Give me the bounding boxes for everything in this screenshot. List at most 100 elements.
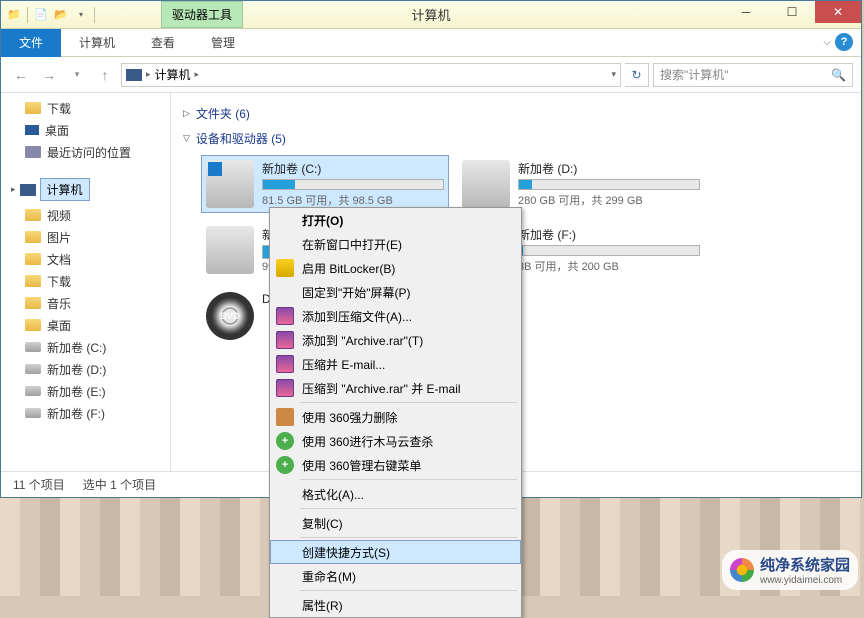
winrar-icon bbox=[276, 379, 294, 397]
watermark-url: www.yidaimei.com bbox=[760, 575, 850, 586]
folders-section[interactable]: ▷文件夹 (6) bbox=[183, 101, 849, 126]
address-box[interactable]: ▸ 计算机 ▸ ▾ bbox=[121, 63, 621, 87]
properties-icon[interactable]: 📄 bbox=[32, 6, 50, 24]
folder-icon bbox=[25, 231, 41, 243]
usage-bar bbox=[518, 179, 700, 190]
drive-tools-tab[interactable]: 驱动器工具 bbox=[161, 1, 243, 28]
search-placeholder: 搜索"计算机" bbox=[660, 66, 729, 83]
sidebar-desktop[interactable]: 桌面 bbox=[1, 314, 170, 336]
menu-open-new-window[interactable]: 在新窗口中打开(E) bbox=[270, 232, 521, 256]
system-menu-icon[interactable]: 📁 bbox=[5, 6, 23, 24]
sidebar-drive-f[interactable]: 新加卷 (F:) bbox=[1, 402, 170, 424]
expand-icon[interactable]: ▸ bbox=[11, 184, 16, 195]
drive-icon bbox=[25, 408, 41, 418]
drive-label: 新加卷 (D:) bbox=[518, 160, 700, 177]
folder-icon bbox=[25, 209, 41, 221]
computer-icon bbox=[20, 184, 36, 196]
folder-icon bbox=[25, 102, 41, 114]
menu-360-force-delete[interactable]: 使用 360强力删除 bbox=[270, 405, 521, 429]
watermark: 纯净系统家园 www.yidaimei.com bbox=[722, 550, 858, 590]
drive-icon bbox=[462, 160, 510, 208]
usage-bar bbox=[262, 179, 444, 190]
folder-icon bbox=[25, 297, 41, 309]
sidebar-pictures[interactable]: 图片 bbox=[1, 226, 170, 248]
360-icon: + bbox=[276, 432, 294, 450]
ribbon: 文件 计算机 查看 管理 ⌵ ? bbox=[1, 29, 861, 57]
collapse-icon[interactable]: ▽ bbox=[183, 133, 190, 144]
sidebar-documents[interactable]: 文档 bbox=[1, 248, 170, 270]
refresh-button[interactable]: ↻ bbox=[625, 63, 649, 87]
item-count: 11 个项目 bbox=[13, 476, 65, 493]
menu-compress-email[interactable]: 压缩并 E-mail... bbox=[270, 352, 521, 376]
sidebar-downloads[interactable]: 下载 bbox=[1, 97, 170, 119]
winrar-icon bbox=[276, 331, 294, 349]
tab-view[interactable]: 查看 bbox=[133, 28, 193, 57]
menu-properties[interactable]: 属性(R) bbox=[270, 593, 521, 617]
menu-360-manage-context[interactable]: +使用 360管理右键菜单 bbox=[270, 453, 521, 477]
menu-separator bbox=[300, 508, 517, 509]
winrar-icon bbox=[276, 355, 294, 373]
selection-count: 选中 1 个项目 bbox=[83, 476, 156, 493]
help-icon[interactable]: ? bbox=[835, 33, 853, 51]
up-button[interactable]: ↑ bbox=[93, 63, 117, 87]
menu-compress-rar-email[interactable]: 压缩到 "Archive.rar" 并 E-mail bbox=[270, 376, 521, 400]
chevron-right-icon[interactable]: ▸ bbox=[195, 69, 200, 80]
tab-computer[interactable]: 计算机 bbox=[61, 28, 133, 57]
tab-manage[interactable]: 管理 bbox=[193, 28, 253, 57]
sidebar-desktop[interactable]: 桌面 bbox=[1, 119, 170, 141]
menu-separator bbox=[300, 402, 517, 403]
sidebar-drive-c[interactable]: 新加卷 (C:) bbox=[1, 336, 170, 358]
quick-access-toolbar: 📁 📄 📂 ▾ bbox=[1, 6, 101, 24]
menu-add-archive-rar[interactable]: 添加到 "Archive.rar"(T) bbox=[270, 328, 521, 352]
collapse-icon[interactable]: ▷ bbox=[183, 108, 190, 119]
menu-open[interactable]: 打开(O) bbox=[270, 208, 521, 232]
drive-icon bbox=[25, 342, 41, 352]
drive-c[interactable]: 新加卷 (C:) 81.5 GB 可用，共 98.5 GB bbox=[201, 155, 449, 213]
drive-icon bbox=[25, 386, 41, 396]
dvd-icon: DVD bbox=[206, 292, 254, 340]
drive-icon bbox=[206, 226, 254, 274]
watermark-logo-icon bbox=[730, 558, 754, 582]
address-dropdown-icon[interactable]: ▾ bbox=[611, 69, 616, 80]
bitlocker-icon bbox=[276, 259, 294, 277]
drive-label: 新加卷 (C:) bbox=[262, 160, 444, 177]
sidebar-recent[interactable]: 最近访问的位置 bbox=[1, 141, 170, 163]
navigation-pane: 下载 桌面 最近访问的位置 ▸ 计算机 视频 图片 文档 下载 音乐 桌面 新加… bbox=[1, 93, 171, 471]
ribbon-collapse-icon[interactable]: ⌵ bbox=[823, 37, 831, 48]
sidebar-computer-root[interactable]: ▸ 计算机 bbox=[1, 175, 170, 204]
back-button[interactable]: ← bbox=[9, 63, 33, 87]
address-location: 计算机 bbox=[155, 66, 191, 83]
menu-separator bbox=[300, 590, 517, 591]
sidebar-music[interactable]: 音乐 bbox=[1, 292, 170, 314]
chevron-right-icon[interactable]: ▸ bbox=[146, 69, 151, 80]
search-input[interactable]: 搜索"计算机" 🔍 bbox=[653, 63, 853, 87]
menu-create-shortcut[interactable]: 创建快捷方式(S) bbox=[270, 540, 521, 564]
search-icon[interactable]: 🔍 bbox=[831, 68, 846, 82]
menu-bitlocker[interactable]: 启用 BitLocker(B) bbox=[270, 256, 521, 280]
usage-bar bbox=[518, 245, 700, 256]
sidebar-downloads[interactable]: 下载 bbox=[1, 270, 170, 292]
recent-icon bbox=[25, 146, 41, 158]
sidebar-videos[interactable]: 视频 bbox=[1, 204, 170, 226]
minimize-button[interactable]: ─ bbox=[723, 1, 769, 23]
menu-pin-start[interactable]: 固定到"开始"屏幕(P) bbox=[270, 280, 521, 304]
forward-button[interactable]: → bbox=[37, 63, 61, 87]
context-menu: 打开(O) 在新窗口中打开(E) 启用 BitLocker(B) 固定到"开始"… bbox=[269, 207, 522, 618]
maximize-button[interactable]: ☐ bbox=[769, 1, 815, 23]
folder-icon bbox=[25, 319, 41, 331]
sidebar-drive-e[interactable]: 新加卷 (E:) bbox=[1, 380, 170, 402]
menu-360-trojan-scan[interactable]: +使用 360进行木马云查杀 bbox=[270, 429, 521, 453]
close-button[interactable]: ✕ bbox=[815, 1, 861, 23]
sidebar-drive-d[interactable]: 新加卷 (D:) bbox=[1, 358, 170, 380]
file-tab[interactable]: 文件 bbox=[1, 29, 61, 57]
menu-add-archive[interactable]: 添加到压缩文件(A)... bbox=[270, 304, 521, 328]
drive-icon bbox=[206, 160, 254, 208]
drive-d[interactable]: 新加卷 (D:) 280 GB 可用，共 299 GB bbox=[457, 155, 705, 213]
recent-dropdown[interactable]: ▾ bbox=[65, 63, 89, 87]
menu-format[interactable]: 格式化(A)... bbox=[270, 482, 521, 506]
menu-rename[interactable]: 重命名(M) bbox=[270, 564, 521, 588]
new-folder-icon[interactable]: 📂 bbox=[52, 6, 70, 24]
menu-copy[interactable]: 复制(C) bbox=[270, 511, 521, 535]
qat-dropdown-icon[interactable]: ▾ bbox=[72, 6, 90, 24]
devices-section[interactable]: ▽设备和驱动器 (5) bbox=[183, 126, 849, 151]
